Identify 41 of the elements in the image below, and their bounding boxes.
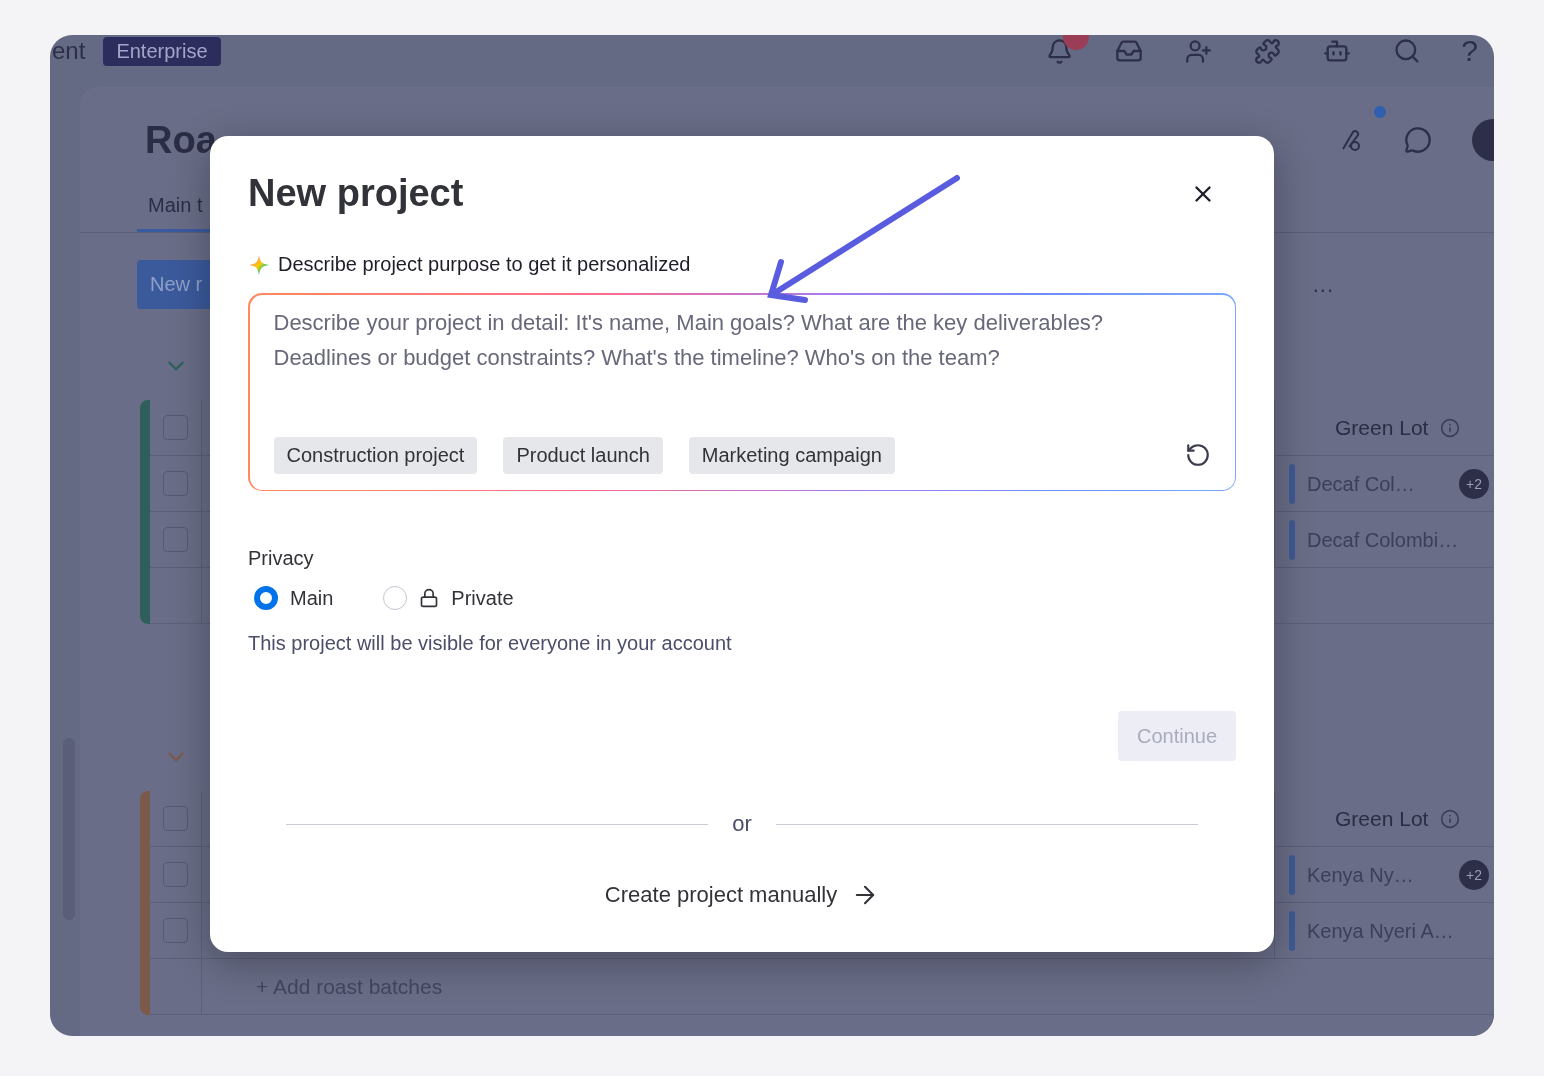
checkbox[interactable]: [163, 415, 188, 440]
tag-marker: [1289, 854, 1295, 895]
tag-marker: [1289, 463, 1295, 504]
suggestion-chip[interactable]: Product launch: [503, 436, 663, 474]
count-badge: +2: [1459, 468, 1489, 499]
suggestion-chip[interactable]: Construction project: [273, 436, 478, 474]
puzzle-icon[interactable]: [1254, 37, 1282, 65]
bell-icon[interactable]: [1046, 37, 1074, 65]
checkbox[interactable]: [163, 918, 188, 943]
checkbox[interactable]: [163, 471, 188, 496]
info-icon[interactable]: [1440, 808, 1461, 829]
tag-marker: [1289, 519, 1295, 560]
radio-label[interactable]: Private: [451, 586, 514, 610]
separator-text: or: [732, 811, 752, 837]
info-icon[interactable]: [1440, 417, 1461, 438]
status-dot: [1374, 106, 1386, 118]
refresh-icon[interactable]: [1184, 442, 1211, 468]
radio-button[interactable]: [254, 586, 278, 610]
column-header: Green Lot: [1335, 415, 1429, 440]
suggestion-chip[interactable]: Marketing campaign: [688, 436, 895, 474]
privacy-label: Privacy: [248, 547, 315, 570]
board-title: Roa: [145, 118, 217, 162]
plan-badge: Enterprise: [103, 36, 221, 66]
lock-icon: [419, 588, 440, 608]
count-badge: +2: [1459, 859, 1489, 890]
radio-button[interactable]: [383, 586, 408, 610]
radio-label[interactable]: Main: [290, 586, 334, 610]
dialog-title: New project: [248, 172, 464, 215]
checkbox[interactable]: [163, 806, 188, 831]
tag-marker: [1289, 910, 1295, 951]
description-field[interactable]: Describe your project in detail: It's name, Main goals? What are the key deliverables? Deadlines or budget constraints? What's the timeline? Who's on the team? Construction project Product launch Marketing campaign: [248, 293, 1236, 491]
privacy-note: This project will be visible for everyone in your account: [248, 632, 733, 655]
workspace-name: ent: [52, 37, 86, 65]
create-manually-link[interactable]: Create project manually: [604, 881, 880, 909]
prompt-text: Describe project purpose to get it personalized: [278, 253, 691, 276]
checkbox[interactable]: [163, 862, 188, 887]
search-icon[interactable]: [1393, 37, 1422, 65]
comment-icon[interactable]: [1404, 126, 1432, 154]
invite-user-icon[interactable]: [1185, 37, 1213, 65]
checkbox[interactable]: [163, 527, 188, 552]
column-header: Green Lot: [1335, 806, 1429, 831]
